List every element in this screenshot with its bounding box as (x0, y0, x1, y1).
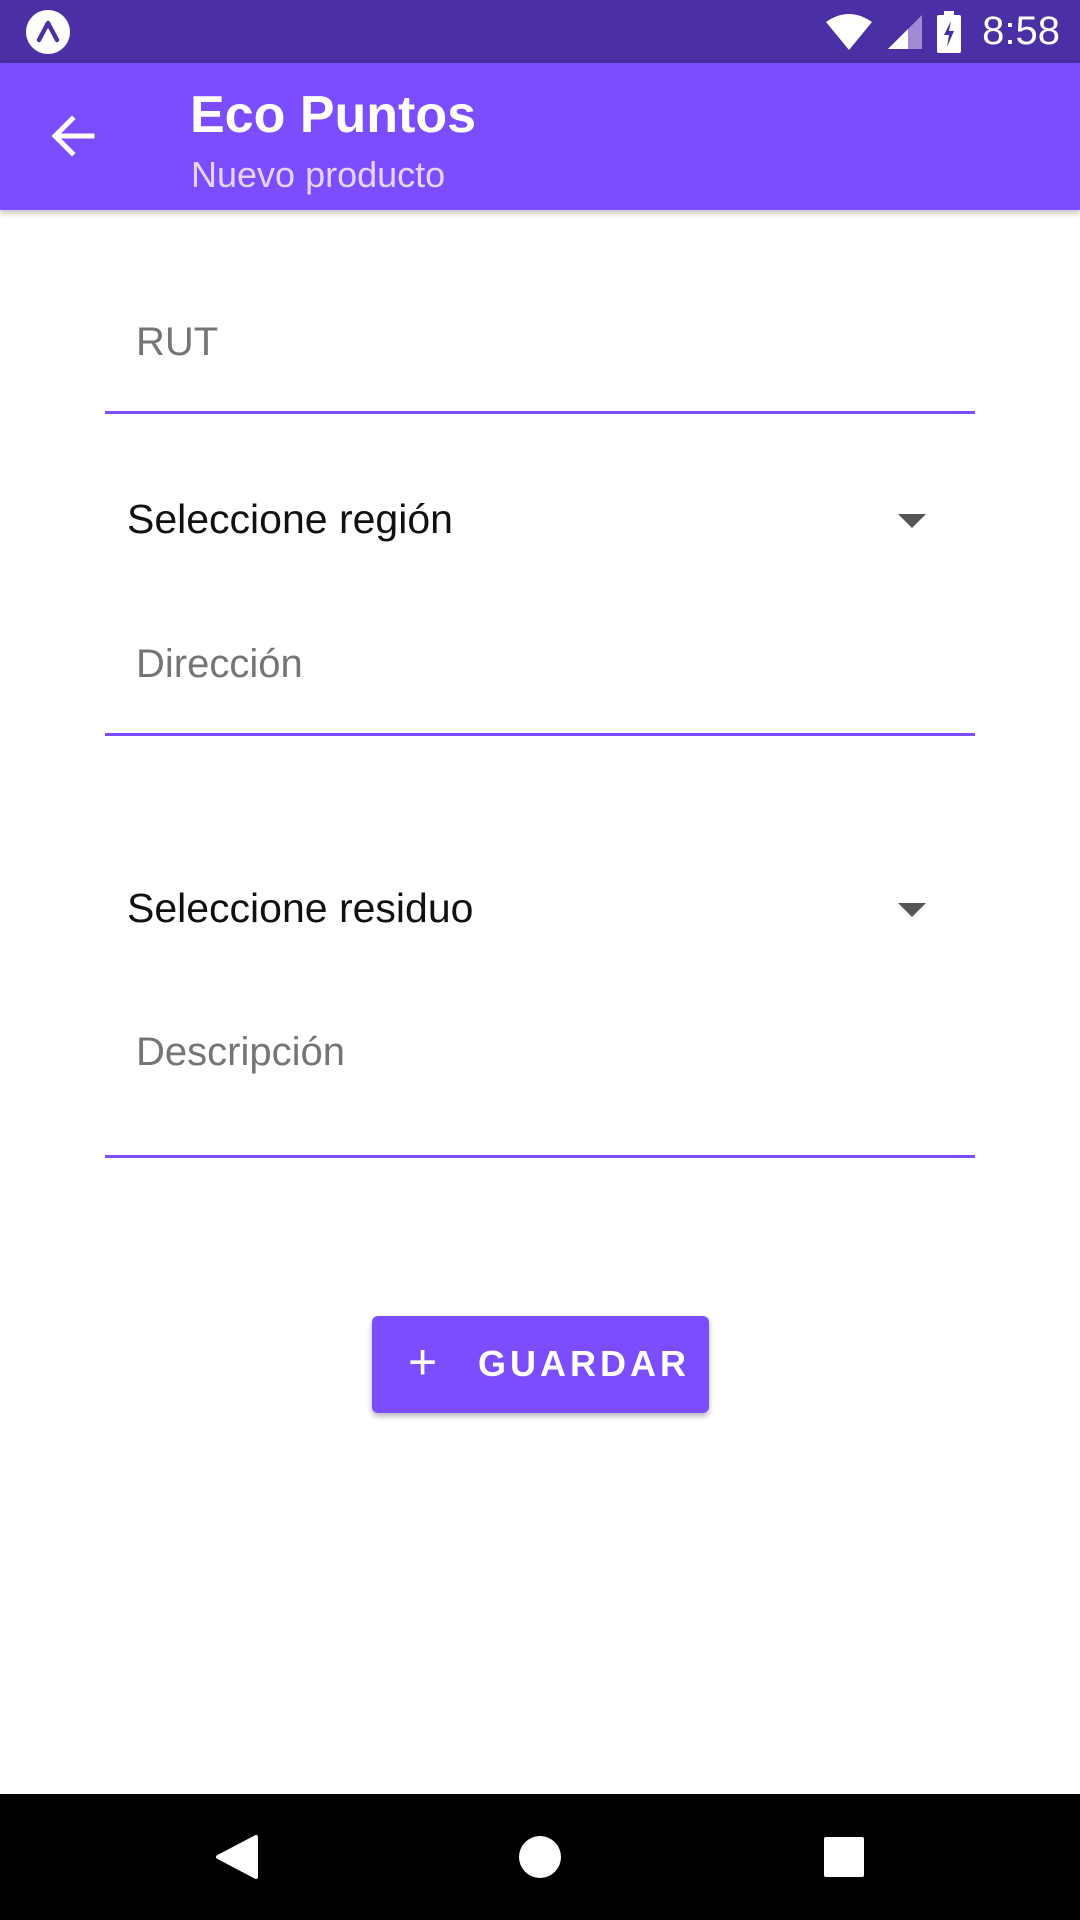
nav-recents-icon (824, 1837, 864, 1877)
battery-charging-icon (937, 10, 962, 53)
expo-icon (26, 10, 70, 54)
status-bar: 8:58 (0, 0, 1080, 63)
descripcion-input[interactable]: Descripción (105, 1000, 975, 1158)
save-button[interactable]: + GUARDAR (372, 1316, 709, 1413)
app-subtitle: Nuevo producto (191, 154, 446, 195)
arrow-back-icon (51, 115, 95, 157)
dropdown-arrow-icon (898, 514, 926, 528)
residuo-dropdown[interactable]: Seleccione residuo (105, 865, 975, 955)
save-button-label: GUARDAR (478, 1343, 690, 1384)
nav-back-button[interactable] (198, 1819, 274, 1895)
navigation-bar (0, 1794, 1080, 1920)
nav-home-icon (519, 1836, 561, 1878)
residuo-selected-value: Seleccione residuo (127, 885, 474, 931)
region-selected-value: Seleccione región (127, 496, 453, 542)
nav-back-icon (216, 1835, 258, 1879)
descripcion-placeholder: Descripción (136, 1030, 345, 1074)
app-title: Eco Puntos (190, 86, 477, 144)
status-icons: 8:58 (824, 0, 1060, 63)
back-button[interactable] (40, 103, 106, 169)
direccion-input[interactable]: Dirección (105, 612, 975, 736)
dropdown-arrow-icon (898, 903, 926, 917)
rut-placeholder: RUT (136, 320, 219, 364)
nav-recents-button[interactable] (806, 1819, 882, 1895)
rut-input[interactable]: RUT (105, 290, 975, 414)
plus-icon: + (408, 1334, 438, 1390)
wifi-icon (826, 13, 873, 50)
nav-home-button[interactable] (502, 1819, 578, 1895)
direccion-placeholder: Dirección (136, 642, 303, 686)
status-time: 8:58 (982, 9, 1060, 53)
cell-signal-icon (888, 14, 923, 49)
region-dropdown[interactable]: Seleccione región (105, 476, 975, 566)
app-bar: Eco Puntos Nuevo producto (0, 63, 1080, 210)
